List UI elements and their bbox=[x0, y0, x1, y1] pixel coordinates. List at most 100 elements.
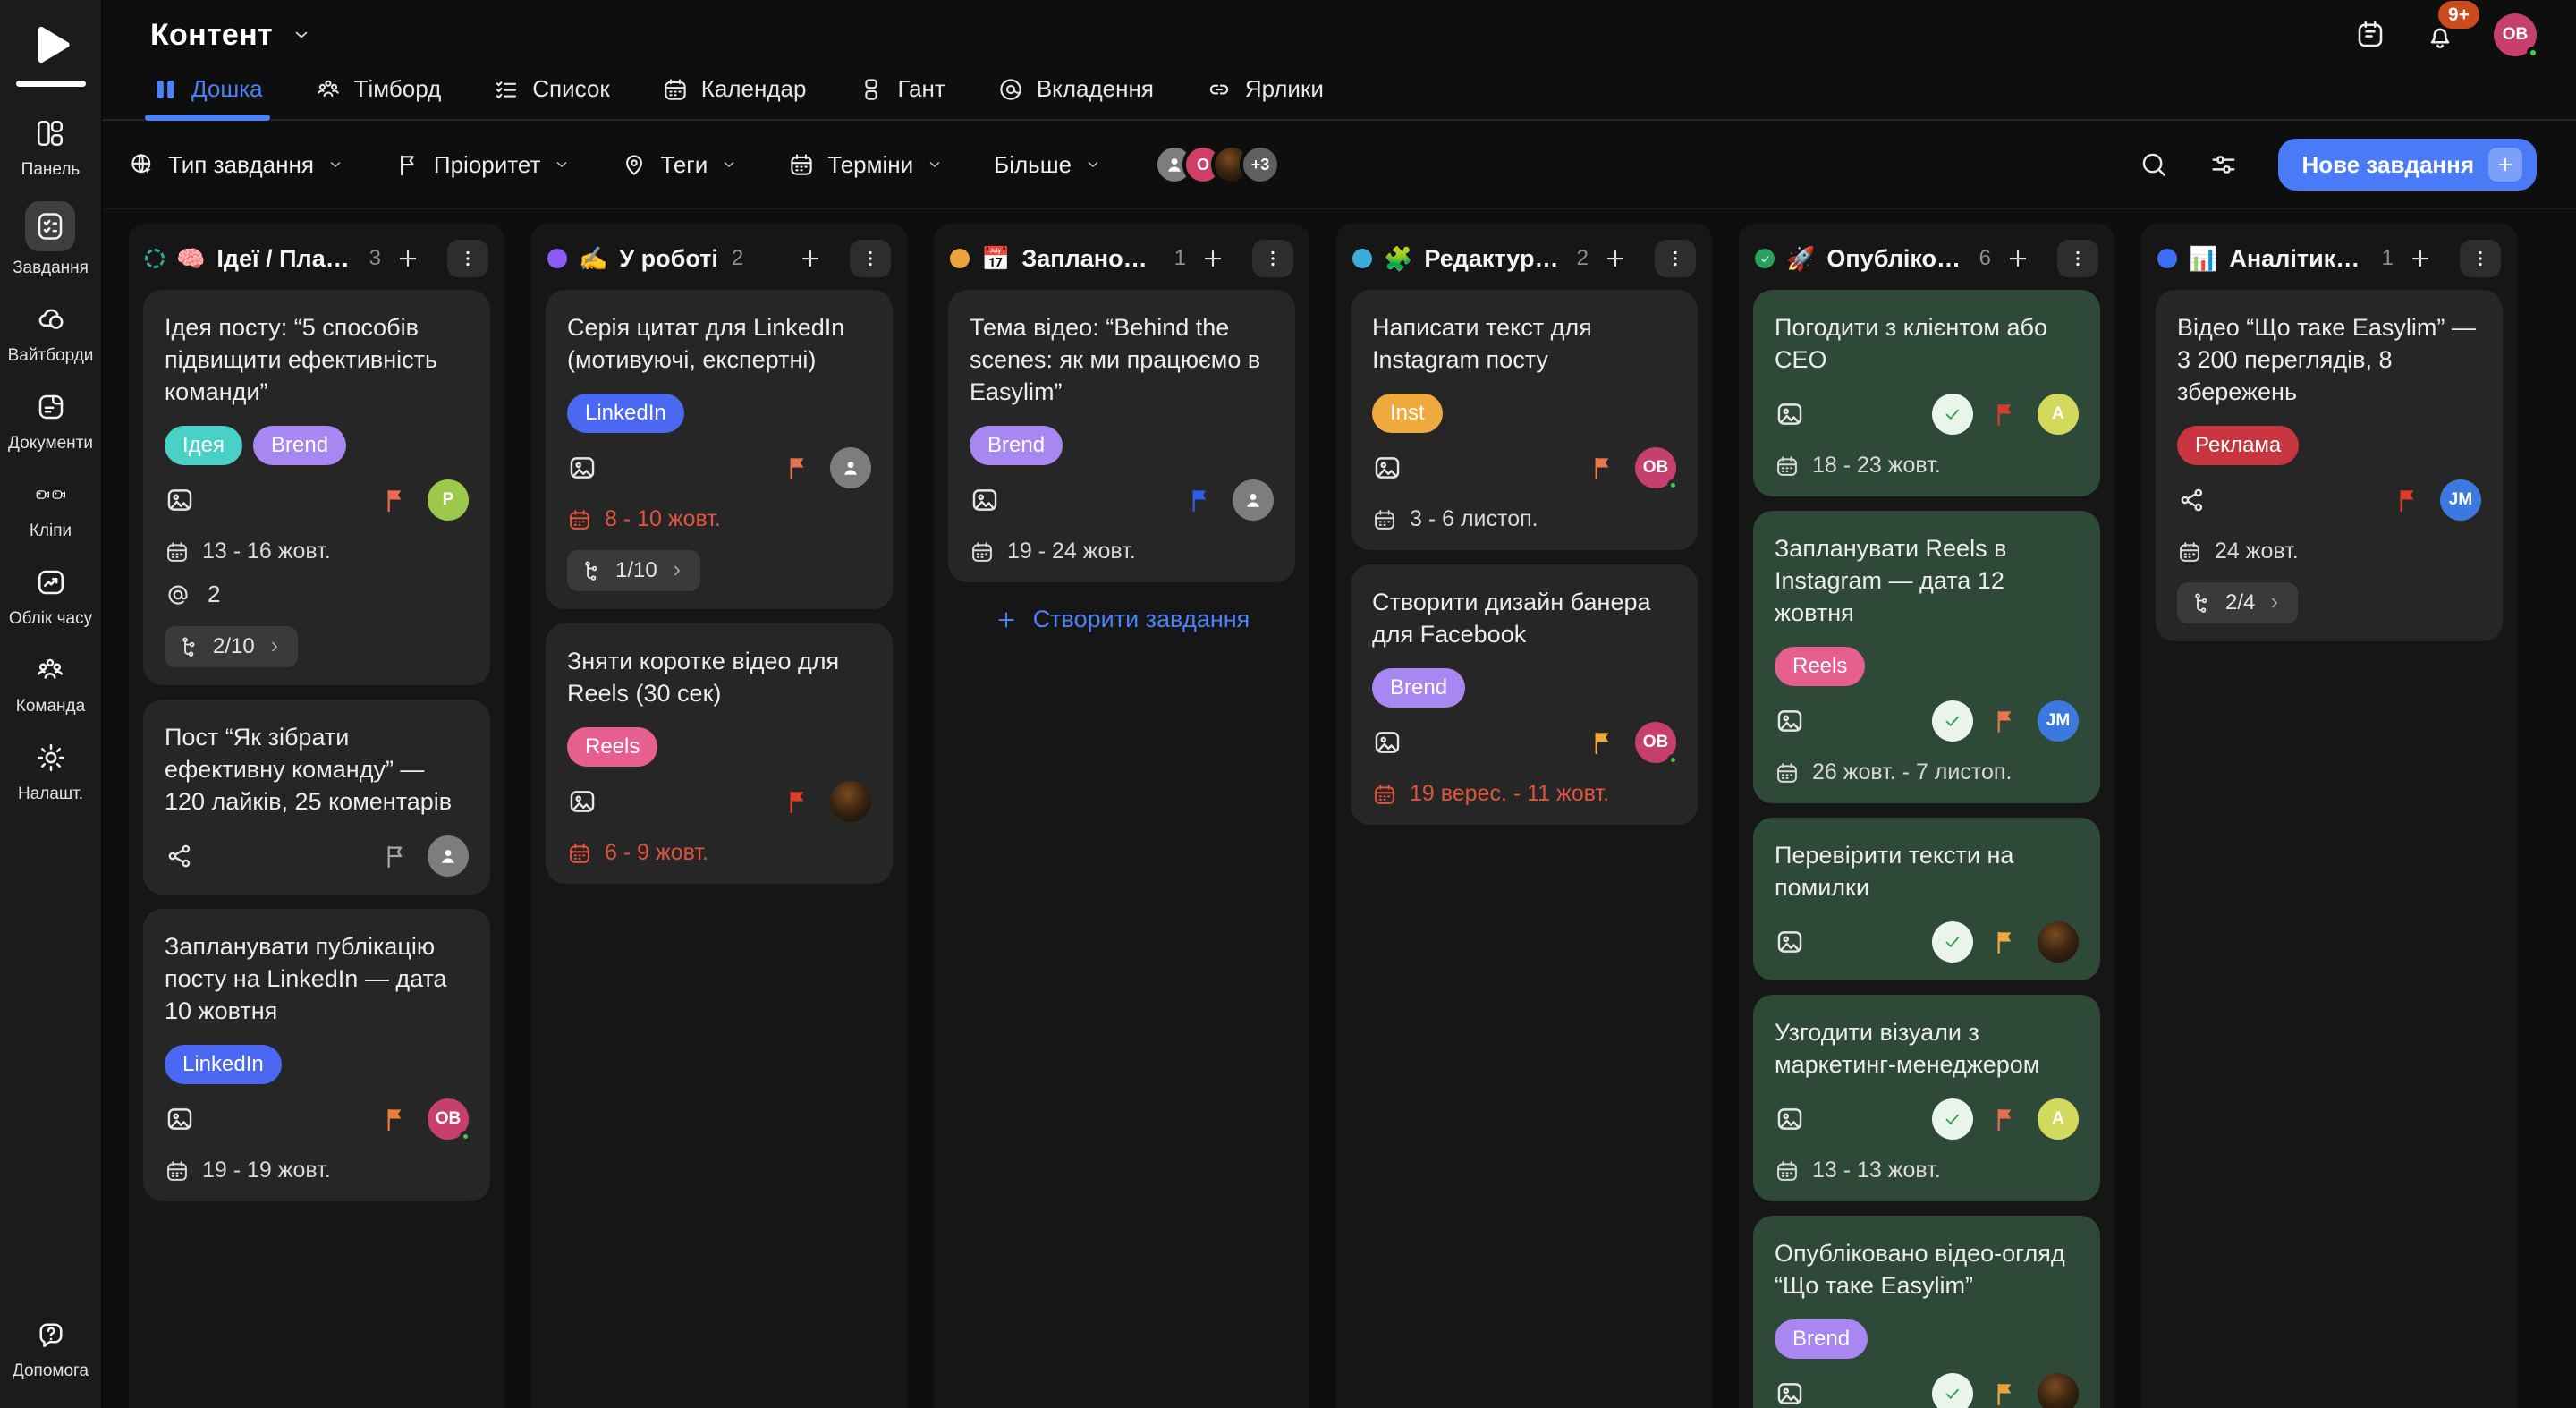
column-add-button[interactable] bbox=[394, 245, 421, 272]
priority-flag-icon[interactable] bbox=[2394, 486, 2422, 514]
priority-flag-icon[interactable] bbox=[1589, 728, 1617, 757]
card[interactable]: Написати текст для Instagram постуInstOB… bbox=[1351, 290, 1698, 550]
priority-flag-icon[interactable] bbox=[1991, 928, 2020, 956]
user-avatar[interactable]: OB bbox=[2494, 13, 2537, 56]
done-check[interactable] bbox=[1932, 921, 1973, 963]
page-title: Контент bbox=[150, 18, 273, 53]
card[interactable]: Ідея посту: “5 способів підвищити ефекти… bbox=[143, 290, 490, 685]
sidebar-item-videocam[interactable]: Кліпи bbox=[26, 475, 76, 541]
tab-gantt[interactable]: Гант bbox=[856, 68, 946, 119]
card[interactable]: Створити дизайн банера для FacebookBrend… bbox=[1351, 564, 1698, 825]
card[interactable]: Опубліковано відео-огляд “Що таке Easyli… bbox=[1753, 1216, 2100, 1408]
assignee-avatar[interactable] bbox=[830, 447, 871, 488]
subtasks-chip[interactable]: 2/10 bbox=[165, 626, 298, 667]
sidebar-item-trend[interactable]: Облік часу bbox=[9, 563, 92, 629]
filter-settings-icon[interactable] bbox=[2208, 149, 2239, 180]
card[interactable]: Тема відео: “Behind the scenes: як ми пр… bbox=[948, 290, 1295, 582]
project-switcher[interactable]: Контент bbox=[150, 18, 312, 53]
assignee-avatar[interactable] bbox=[2038, 921, 2079, 963]
subtasks-chip[interactable]: 2/4 bbox=[2177, 582, 2298, 623]
tab-list[interactable]: Список bbox=[491, 68, 612, 119]
search-icon[interactable] bbox=[2139, 149, 2169, 180]
card-meta-row: JM bbox=[1775, 700, 2079, 742]
card[interactable]: Пост “Як зібрати ефективну команду” — 12… bbox=[143, 700, 490, 895]
column-add-button[interactable] bbox=[1199, 245, 1226, 272]
assignee-avatar[interactable]: JM bbox=[2440, 479, 2481, 521]
priority-flag-icon[interactable] bbox=[1991, 400, 2020, 428]
column-menu-button[interactable] bbox=[1655, 240, 1696, 277]
filter-type[interactable]: Тип завдання bbox=[129, 151, 344, 179]
column-menu-button[interactable] bbox=[850, 240, 891, 277]
image-icon bbox=[1775, 399, 1805, 429]
column-menu-button[interactable] bbox=[2057, 240, 2098, 277]
tab-calendar[interactable]: Календар bbox=[660, 68, 809, 119]
card[interactable]: Погодити з клієнтом або CEOA18 - 23 жовт… bbox=[1753, 290, 2100, 496]
sidebar-item-checklist[interactable]: Завдання bbox=[13, 201, 89, 278]
videocam-icon[interactable] bbox=[2284, 19, 2317, 51]
done-check[interactable] bbox=[1932, 1373, 1973, 1408]
card[interactable]: Запланувати Reels в Instagram — дата 12 … bbox=[1753, 511, 2100, 803]
assignee-avatar[interactable]: OB bbox=[428, 1098, 469, 1140]
assignee-avatar[interactable]: JM bbox=[2038, 700, 2079, 742]
card[interactable]: Перевірити тексти на помилки bbox=[1753, 818, 2100, 980]
tab-attach[interactable]: Вкладення bbox=[996, 68, 1156, 119]
priority-flag-icon[interactable] bbox=[1991, 707, 2020, 735]
card[interactable]: Запланувати публікацію посту на LinkedIn… bbox=[143, 909, 490, 1201]
column-add-button[interactable] bbox=[1602, 245, 1629, 272]
card[interactable]: Зняти коротке відео для Reels (30 сек)Re… bbox=[546, 623, 893, 884]
tab-label: Тімборд bbox=[354, 75, 442, 103]
card[interactable]: Узгодити візуали з маркетинг-менеджеромA… bbox=[1753, 995, 2100, 1201]
sidebar-item-doc[interactable]: Документи bbox=[8, 387, 93, 454]
priority-flag-icon[interactable] bbox=[1186, 486, 1215, 514]
assignee-avatar[interactable] bbox=[1233, 479, 1274, 521]
assignee-avatar[interactable] bbox=[2038, 1373, 2079, 1408]
app-logo[interactable] bbox=[16, 21, 86, 87]
column-menu-button[interactable] bbox=[1252, 240, 1293, 277]
column-add-button[interactable] bbox=[2407, 245, 2434, 272]
priority-flag-icon[interactable] bbox=[1589, 454, 1617, 482]
card[interactable]: Відео “Що таке Easylim” — 3 200 перегляд… bbox=[2156, 290, 2503, 641]
assignee-avatar[interactable]: OB bbox=[1635, 447, 1676, 488]
bell-icon[interactable]: 9+ bbox=[2424, 19, 2456, 51]
avatar-stack[interactable]: O+3 bbox=[1154, 144, 1281, 185]
column-menu-button[interactable] bbox=[447, 240, 488, 277]
column-add-button[interactable] bbox=[2004, 245, 2031, 272]
priority-flag-icon[interactable] bbox=[1991, 1105, 2020, 1133]
priority-flag-icon[interactable] bbox=[381, 1105, 410, 1133]
new-task-button[interactable]: Нове завдання bbox=[2278, 139, 2537, 191]
assignee-avatar[interactable] bbox=[428, 835, 469, 877]
avatar[interactable]: +3 bbox=[1240, 144, 1281, 185]
filter-calendar[interactable]: Терміни bbox=[788, 151, 944, 179]
planner-icon[interactable] bbox=[2354, 19, 2386, 51]
sidebar-item-grid[interactable]: Панель bbox=[21, 114, 80, 180]
priority-flag-icon[interactable] bbox=[784, 454, 812, 482]
sidebar-item-help[interactable]: Допомога bbox=[13, 1315, 89, 1381]
column-menu-button[interactable] bbox=[2460, 240, 2501, 277]
tab-people[interactable]: Тімборд bbox=[313, 68, 444, 119]
assignee-avatar[interactable] bbox=[830, 781, 871, 822]
assignee-avatar[interactable]: P bbox=[428, 479, 469, 521]
sidebar-item-cloud[interactable]: Вайтборди bbox=[8, 300, 94, 366]
priority-flag-icon[interactable] bbox=[381, 486, 410, 514]
tab-board[interactable]: Дошка bbox=[150, 68, 265, 119]
priority-flag-icon[interactable] bbox=[784, 787, 812, 816]
assignee-avatar[interactable]: OB bbox=[1635, 722, 1676, 763]
assignee-avatar[interactable]: A bbox=[2038, 1098, 2079, 1140]
filter-flag[interactable]: Пріоритет bbox=[394, 151, 572, 179]
tag: Ідея bbox=[165, 426, 242, 465]
sidebar-item-gear[interactable]: Налашт. bbox=[18, 738, 83, 804]
column-add-button[interactable] bbox=[797, 245, 824, 272]
done-check[interactable] bbox=[1932, 1098, 1973, 1140]
tab-link[interactable]: Ярлики bbox=[1204, 68, 1326, 119]
priority-flag-icon[interactable] bbox=[1991, 1379, 2020, 1408]
card[interactable]: Серія цитат для LinkedIn (мотивуючі, екс… bbox=[546, 290, 893, 609]
filter-more[interactable]: Більше bbox=[994, 151, 1102, 179]
priority-flag-icon[interactable] bbox=[381, 842, 410, 870]
filter-pin[interactable]: Теги bbox=[621, 151, 738, 179]
done-check[interactable] bbox=[1932, 700, 1973, 742]
done-check[interactable] bbox=[1932, 394, 1973, 435]
create-task-link[interactable]: Створити завдання bbox=[948, 582, 1295, 657]
subtasks-chip[interactable]: 1/10 bbox=[567, 550, 700, 591]
sidebar-item-people[interactable]: Команда bbox=[16, 650, 85, 717]
assignee-avatar[interactable]: A bbox=[2038, 394, 2079, 435]
